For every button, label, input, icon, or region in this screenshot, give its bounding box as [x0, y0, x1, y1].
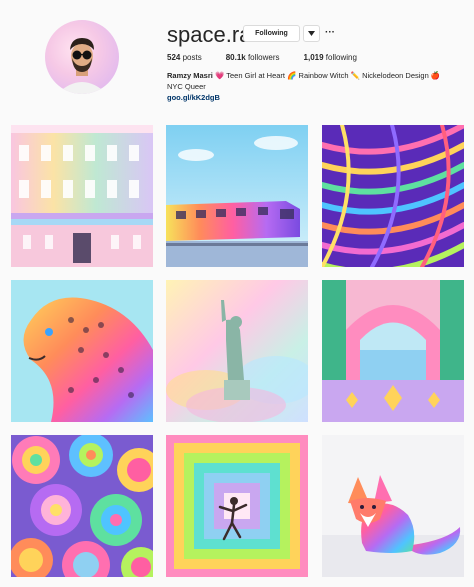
followers-count[interactable]: 80.1k followers — [226, 53, 280, 62]
bio-line-2: NYC Queer — [167, 82, 206, 91]
bio-text-3: Nickelodeon Design — [359, 71, 431, 80]
profile-bio: Ramzy Masri 💗 Teen Girl at Heart 🌈 Rainb… — [167, 70, 467, 103]
post-tile-rainbow-succulents[interactable] — [11, 435, 153, 577]
apple-icon: 🍎 — [430, 71, 441, 80]
chevron-down-icon — [308, 31, 315, 36]
more-options-button[interactable]: ··· — [323, 25, 337, 40]
bio-text-1: Teen Girl at Heart — [224, 71, 288, 80]
profile-full-name: Ramzy Masri — [167, 71, 213, 80]
post-tile-rainbow-fox[interactable] — [322, 435, 464, 577]
post-tile-rainbow-leopard[interactable] — [11, 280, 153, 422]
post-tile-rainbow-archway[interactable] — [322, 280, 464, 422]
following-button[interactable]: Following — [243, 25, 300, 42]
post-tile-rainbow-tunnel-dancer[interactable] — [166, 435, 308, 577]
suggestions-dropdown-button[interactable] — [303, 25, 320, 42]
more-dots-icon: ··· — [325, 27, 335, 38]
profile-stats: 524 posts 80.1k followers 1,019 followin… — [167, 53, 357, 62]
bio-line-1: Ramzy Masri 💗 Teen Girl at Heart 🌈 Rainb… — [167, 70, 467, 81]
post-tile-statue-of-liberty[interactable] — [166, 280, 308, 422]
post-tile-rainbow-palm-leaves[interactable] — [322, 125, 464, 267]
post-tile-rainbow-palace[interactable] — [11, 125, 153, 267]
bio-link[interactable]: goo.gl/kK2dgB — [167, 92, 467, 103]
pencil-icon: ✏️ — [350, 71, 360, 80]
heart-icon: 💗 — [214, 71, 225, 80]
profile-avatar[interactable] — [45, 20, 119, 94]
posts-count: 524 posts — [167, 53, 202, 62]
following-count[interactable]: 1,019 following — [304, 53, 357, 62]
bio-text-2: Rainbow Witch — [296, 71, 351, 80]
post-tile-rainbow-subway-train[interactable] — [166, 125, 308, 267]
